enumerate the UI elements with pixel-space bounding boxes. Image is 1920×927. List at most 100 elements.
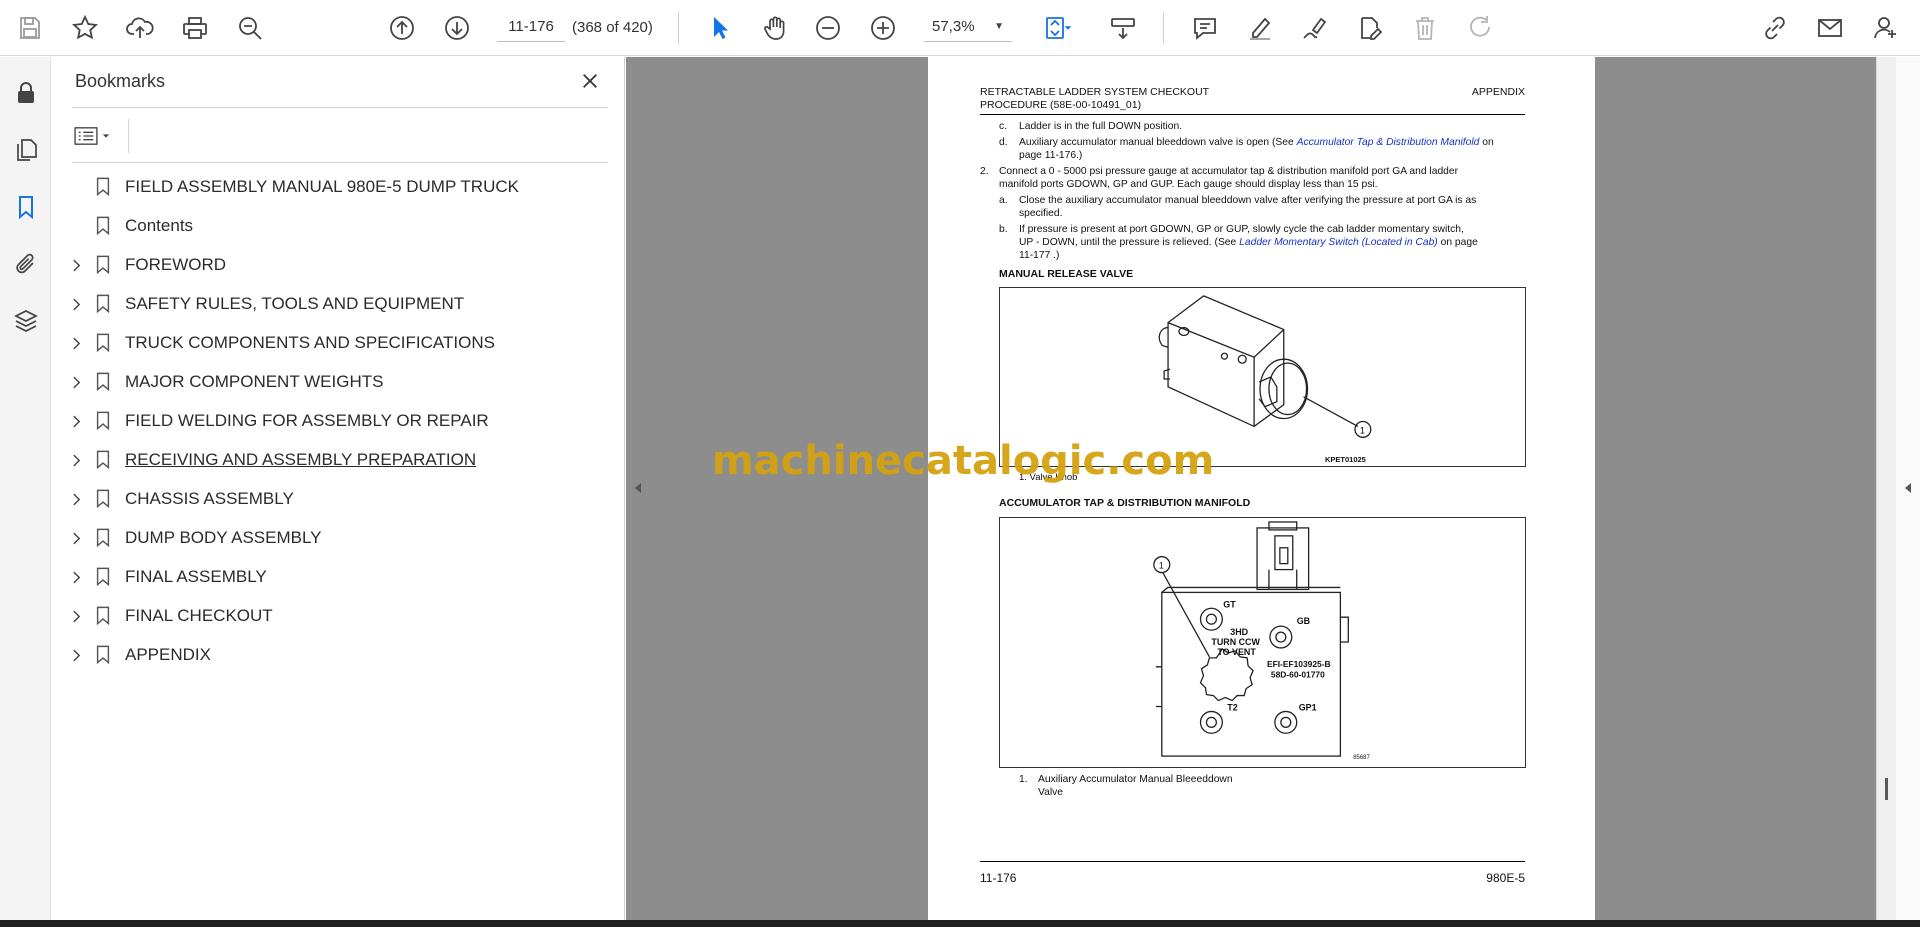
save-icon[interactable] <box>10 8 50 48</box>
toolbar-divider <box>1163 12 1164 44</box>
chevron-right-icon[interactable] <box>67 490 85 508</box>
bookmark-icon <box>94 644 114 666</box>
redo-icon[interactable] <box>1460 8 1500 48</box>
fig2-text-1: 3HD <box>1230 627 1248 637</box>
collapse-panel-icon[interactable] <box>632 478 644 498</box>
lock-icon[interactable] <box>8 75 44 111</box>
highlight-icon[interactable] <box>1240 8 1280 48</box>
page-count: (368 of 420) <box>572 19 653 36</box>
top-toolbar: (368 of 420) 57,3% ▼ <box>0 0 1920 56</box>
hand-icon[interactable] <box>755 8 795 48</box>
bookmark-label: FINAL ASSEMBLY <box>125 567 267 586</box>
share-link-icon[interactable] <box>1755 8 1795 48</box>
pages-icon[interactable] <box>8 132 44 168</box>
bookmark-item[interactable]: FINAL CHECKOUT <box>52 596 625 635</box>
page-footer-left: 11-176 <box>980 871 1017 885</box>
bookmark-label: TRUCK COMPONENTS AND SPECIFICATIONS <box>125 333 495 352</box>
delete-icon[interactable] <box>1405 8 1445 48</box>
bookmark-item[interactable]: FOREWORD <box>52 245 625 284</box>
zoom-out-icon[interactable] <box>808 8 848 48</box>
chevron-right-icon[interactable] <box>67 646 85 664</box>
fig2-text-2: TURN CCW <box>1211 637 1260 647</box>
bookmark-item[interactable]: CHASSIS ASSEMBLY <box>52 479 625 518</box>
bookmark-item[interactable]: FIELD WELDING FOR ASSEMBLY OR REPAIR <box>52 401 625 440</box>
chevron-right-icon[interactable] <box>67 412 85 430</box>
fig1-callout: 1 <box>1360 425 1365 435</box>
zoom-in-icon[interactable] <box>863 8 903 48</box>
close-icon[interactable] <box>576 67 604 95</box>
header-rule <box>980 114 1525 115</box>
list-marker: c. <box>999 121 1008 132</box>
bookmark-item[interactable]: SAFETY RULES, TOOLS AND EQUIPMENT <box>52 284 625 323</box>
edit-pdf-icon[interactable] <box>1350 8 1390 48</box>
figure-2-caption-line-2: Valve <box>1038 787 1063 798</box>
bookmark-item[interactable]: FIELD ASSEMBLY MANUAL 980E-5 DUMP TRUCK <box>52 167 625 206</box>
pdf-page: RETRACTABLE LADDER SYSTEM CHECKOUT PROCE… <box>928 57 1595 920</box>
chevron-right-icon[interactable] <box>67 295 85 313</box>
bookmark-icon[interactable] <box>8 189 44 225</box>
layers-icon[interactable] <box>8 303 44 339</box>
panel-title: Bookmarks <box>75 71 166 91</box>
expand-right-pane-icon[interactable] <box>1902 478 1914 498</box>
port-gp1-label: GP1 <box>1299 702 1317 712</box>
bottom-bar <box>0 920 1920 927</box>
bookmark-options-button[interactable] <box>74 121 120 151</box>
list-marker: a. <box>999 195 1008 206</box>
page-number-input[interactable] <box>497 12 565 42</box>
chevron-right-icon[interactable] <box>67 334 85 352</box>
comment-icon[interactable] <box>1185 8 1225 48</box>
toolbar-divider <box>678 12 679 44</box>
bookmark-label: FOREWORD <box>125 255 227 274</box>
upload-icon[interactable] <box>120 8 160 48</box>
figure-1-code: KPET01025 <box>1325 455 1366 464</box>
next-page-icon[interactable] <box>437 8 477 48</box>
bookmark-icon <box>94 176 114 198</box>
chevron-right-icon[interactable] <box>67 373 85 391</box>
bookmark-icon <box>94 254 114 276</box>
previous-page-icon[interactable] <box>382 8 422 48</box>
email-icon[interactable] <box>1810 8 1850 48</box>
chevron-right-icon[interactable] <box>67 607 85 625</box>
sign-icon[interactable] <box>1295 8 1335 48</box>
step-b-line-2: UP - DOWN, until the pressure is relieve… <box>1019 237 1478 248</box>
bookmark-item[interactable]: Contents <box>52 206 625 245</box>
chevron-right-icon[interactable] <box>67 529 85 547</box>
zoom-search-icon[interactable] <box>230 8 270 48</box>
bookmark-icon <box>94 488 114 510</box>
attachment-icon[interactable] <box>8 246 44 282</box>
bookmark-icon <box>94 605 114 627</box>
ladder-switch-link[interactable]: Ladder Momentary Switch (Located in Cab) <box>1239 237 1438 248</box>
step-a-line-1: Close the auxiliary accumulator manual b… <box>1019 195 1477 206</box>
chevron-right-icon[interactable] <box>67 451 85 469</box>
chevron-down-icon: ▼ <box>994 21 1004 32</box>
zoom-dropdown[interactable]: 57,3% ▼ <box>924 12 1012 42</box>
chevron-right-icon[interactable] <box>67 256 85 274</box>
fit-page-chevron-icon[interactable] <box>1058 8 1078 48</box>
star-icon[interactable] <box>65 8 105 48</box>
fig2-text-4: EFI-EF103925-B <box>1267 659 1331 669</box>
account-icon[interactable] <box>1866 8 1906 48</box>
bookmark-item[interactable]: DUMP BODY ASSEMBLY <box>52 518 625 557</box>
bookmark-icon <box>94 410 114 432</box>
list-marker: d. <box>999 137 1008 148</box>
bookmark-item[interactable]: FINAL ASSEMBLY <box>52 557 625 596</box>
scrollbar-thumb[interactable] <box>1885 778 1888 800</box>
bookmark-item[interactable]: TRUCK COMPONENTS AND SPECIFICATIONS <box>52 323 625 362</box>
print-icon[interactable] <box>175 8 215 48</box>
bookmark-item[interactable]: MAJOR COMPONENT WEIGHTS <box>52 362 625 401</box>
bookmarks-panel: Bookmarks FIELD ASSEMBLY MANUAL 980E-5 D… <box>52 57 625 920</box>
bookmark-icon <box>94 566 114 588</box>
panel-divider <box>72 162 608 163</box>
scroll-mode-icon[interactable] <box>1103 8 1143 48</box>
bookmark-item[interactable]: APPENDIX <box>52 635 625 674</box>
accumulator-manifold-link[interactable]: Accumulator Tap & Distribution Manifold <box>1297 137 1480 148</box>
watermark: machinecatalogic.com <box>712 438 1215 484</box>
step-b-line-1: If pressure is present at port GDOWN, GP… <box>1019 224 1464 235</box>
bookmark-item[interactable]: RECEIVING AND ASSEMBLY PREPARATION <box>52 440 625 479</box>
manifold-drawing: 1 GT GB T2 GP1 3HD TURN CCW TO VENT EFI-… <box>1153 521 1370 761</box>
figure-2-caption-line-1: Auxiliary Accumulator Manual Bleeeddown <box>1038 774 1233 785</box>
chevron-down-icon <box>102 134 110 138</box>
left-tool-rail <box>0 57 51 920</box>
chevron-right-icon[interactable] <box>67 568 85 586</box>
select-arrow-icon[interactable] <box>700 8 740 48</box>
